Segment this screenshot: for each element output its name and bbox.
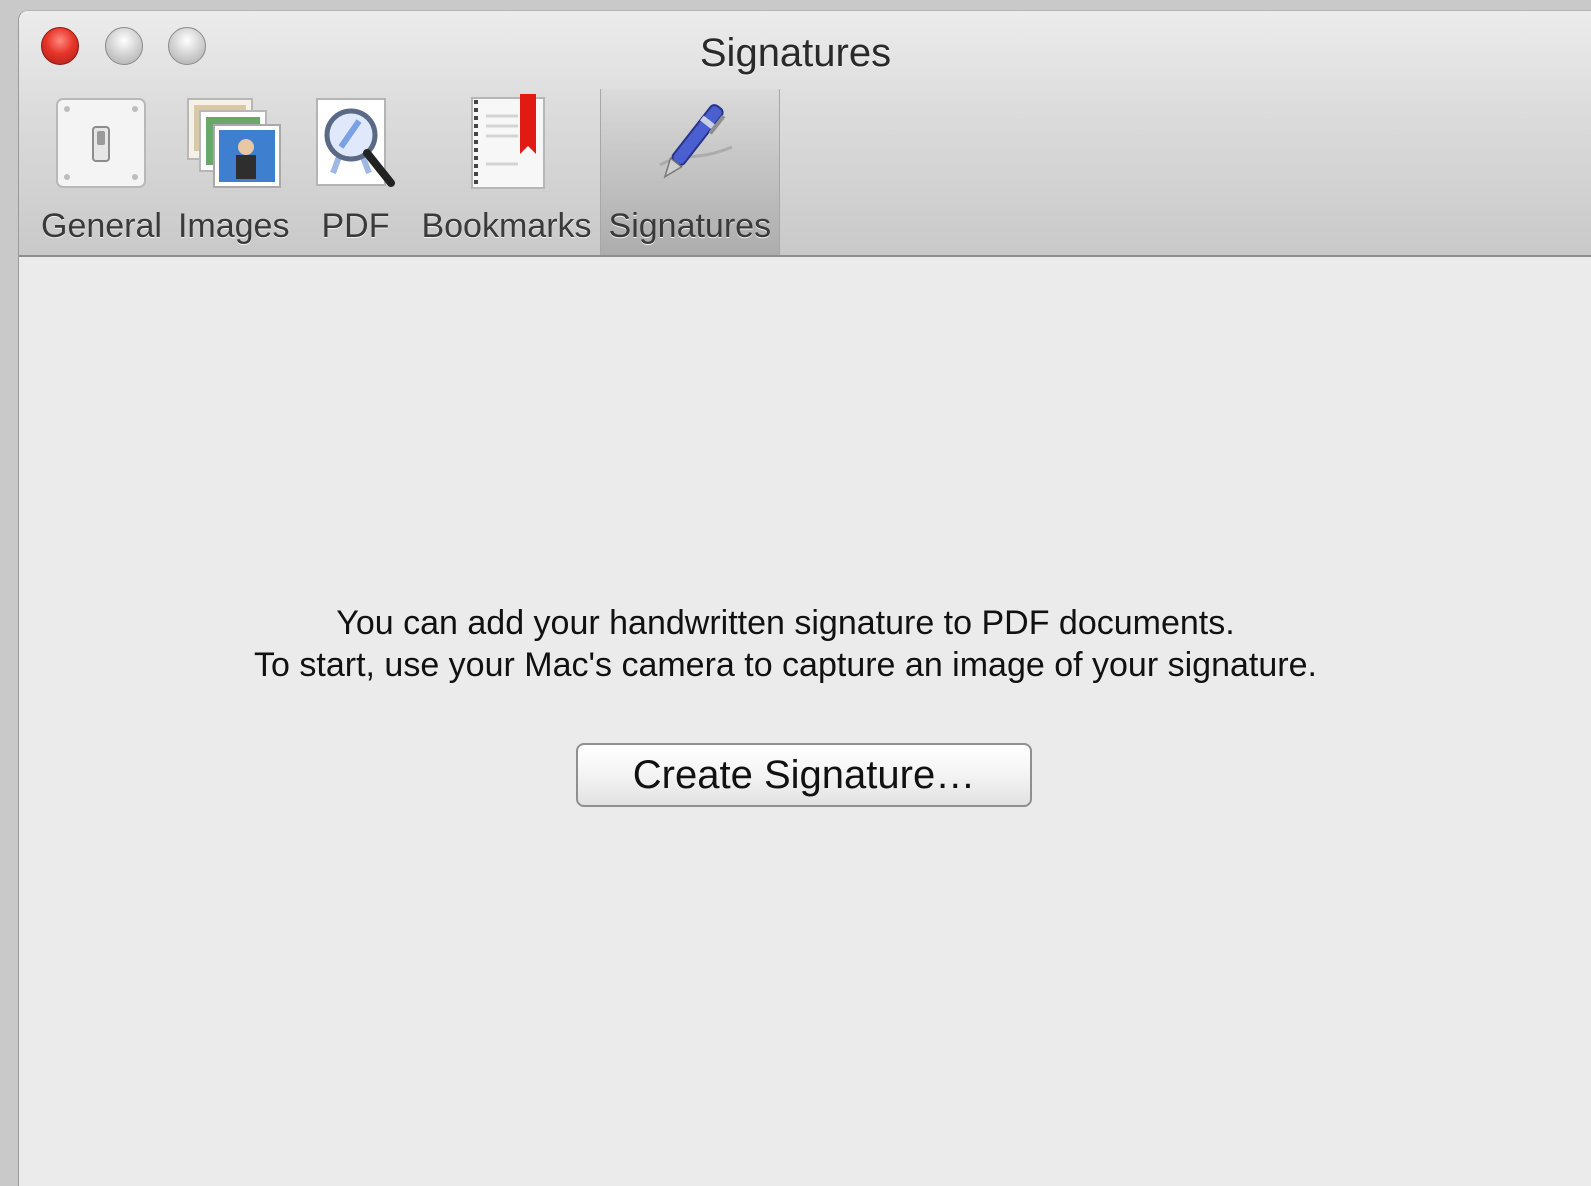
tab-bookmarks[interactable]: Bookmarks — [413, 89, 599, 255]
instructions-line-1: You can add your handwritten signature t… — [336, 604, 1235, 642]
preferences-toolbar: General Images PDF Bookmarks Signatures — [33, 89, 781, 255]
tab-signatures[interactable]: Signatures — [599, 89, 781, 255]
images-stack-icon — [184, 93, 284, 193]
titlebar: Signatures General Images PDF Bookmarks … — [19, 11, 1591, 257]
tab-general-label: General — [41, 207, 162, 245]
instructions-line-2: To start, use your Mac's camera to captu… — [254, 646, 1317, 684]
preferences-window: Signatures General Images PDF Bookmarks … — [18, 10, 1591, 1186]
pdf-magnifier-icon — [305, 93, 405, 193]
window-title: Signatures — [699, 31, 892, 75]
general-switch-icon — [51, 93, 151, 193]
tab-pdf[interactable]: PDF — [297, 89, 413, 255]
signatures-pane: You can add your handwritten signature t… — [19, 257, 1591, 1186]
tab-images-label: Images — [177, 207, 290, 245]
tab-bookmarks-label: Bookmarks — [421, 207, 592, 245]
bookmark-book-icon — [457, 93, 557, 193]
tab-images[interactable]: Images — [170, 89, 298, 255]
pen-icon — [640, 93, 740, 193]
signature-instructions: You can add your handwritten signature t… — [19, 602, 1572, 686]
tab-pdf-label: PDF — [321, 207, 390, 245]
create-signature-button[interactable]: Create Signature… — [576, 743, 1032, 807]
tab-general[interactable]: General — [33, 89, 170, 255]
tab-signatures-label: Signatures — [608, 207, 772, 245]
